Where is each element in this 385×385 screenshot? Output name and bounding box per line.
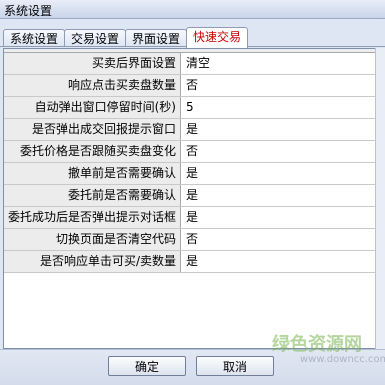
setting-label: 响应点击买卖盘数量 xyxy=(4,75,181,96)
setting-value[interactable]: 是 xyxy=(186,185,198,206)
setting-label: 是否响应单击可买/卖数量 xyxy=(4,251,181,272)
setting-value[interactable]: 是 xyxy=(186,251,198,272)
setting-value[interactable]: 是 xyxy=(186,207,198,228)
settings-row[interactable]: 撤单前是否需要确认 是 xyxy=(4,163,375,185)
settings-row[interactable]: 是否响应单击可买/卖数量 是 xyxy=(4,251,375,273)
settings-window: 系统设置 系统设置 交易设置 界面设置 快速交易 买卖后界面设置 清空 响应点击… xyxy=(0,0,385,385)
grid-scrollbar[interactable] xyxy=(375,48,385,349)
setting-value[interactable]: 5 xyxy=(186,97,194,118)
cancel-button[interactable]: 取消 xyxy=(196,356,274,376)
settings-grid: 买卖后界面设置 清空 响应点击买卖盘数量 否 自动弹出窗口停留时间(秒) 5 是… xyxy=(3,48,376,349)
tab-ui-settings[interactable]: 界面设置 xyxy=(125,29,188,47)
settings-row[interactable]: 是否弹出成交回报提示窗口 是 xyxy=(4,119,375,141)
setting-label: 委托成功后是否弹出提示对话框 xyxy=(4,207,181,228)
tab-quick-trade[interactable]: 快速交易 xyxy=(186,27,249,48)
setting-value[interactable]: 否 xyxy=(186,75,198,96)
settings-row[interactable]: 委托价格是否跟随买卖盘变化 否 xyxy=(4,141,375,163)
setting-label: 委托价格是否跟随买卖盘变化 xyxy=(4,141,181,162)
setting-label: 切换页面是否清空代码 xyxy=(4,229,181,250)
tab-system-settings[interactable]: 系统设置 xyxy=(3,29,66,47)
settings-row[interactable]: 买卖后界面设置 清空 xyxy=(4,53,375,75)
setting-label: 买卖后界面设置 xyxy=(4,53,181,74)
settings-row[interactable]: 响应点击买卖盘数量 否 xyxy=(4,75,375,97)
tab-trade-settings[interactable]: 交易设置 xyxy=(64,29,127,47)
watermark-url: www.downcc.com xyxy=(300,354,385,365)
ok-button[interactable]: 确定 xyxy=(108,356,186,376)
settings-row[interactable]: 切换页面是否清空代码 否 xyxy=(4,229,375,251)
title-bar: 系统设置 xyxy=(0,0,385,19)
settings-row[interactable]: 自动弹出窗口停留时间(秒) 5 xyxy=(4,97,375,119)
setting-label: 撤单前是否需要确认 xyxy=(4,163,181,184)
watermark-logo: 绿色资源网 xyxy=(272,334,362,355)
setting-value[interactable]: 否 xyxy=(186,229,198,250)
setting-value[interactable]: 是 xyxy=(186,119,198,140)
settings-row[interactable]: 委托成功后是否弹出提示对话框 是 xyxy=(4,207,375,229)
setting-label: 是否弹出成交回报提示窗口 xyxy=(4,119,181,140)
setting-value[interactable]: 是 xyxy=(186,163,198,184)
tab-bar: 系统设置 交易设置 界面设置 快速交易 xyxy=(0,27,385,48)
window-title: 系统设置 xyxy=(4,4,53,18)
setting-label: 自动弹出窗口停留时间(秒) xyxy=(4,97,181,118)
setting-value[interactable]: 清空 xyxy=(186,53,210,74)
setting-value[interactable]: 否 xyxy=(186,141,198,162)
setting-label: 委托前是否需要确认 xyxy=(4,185,181,206)
settings-row[interactable]: 委托前是否需要确认 是 xyxy=(4,185,375,207)
